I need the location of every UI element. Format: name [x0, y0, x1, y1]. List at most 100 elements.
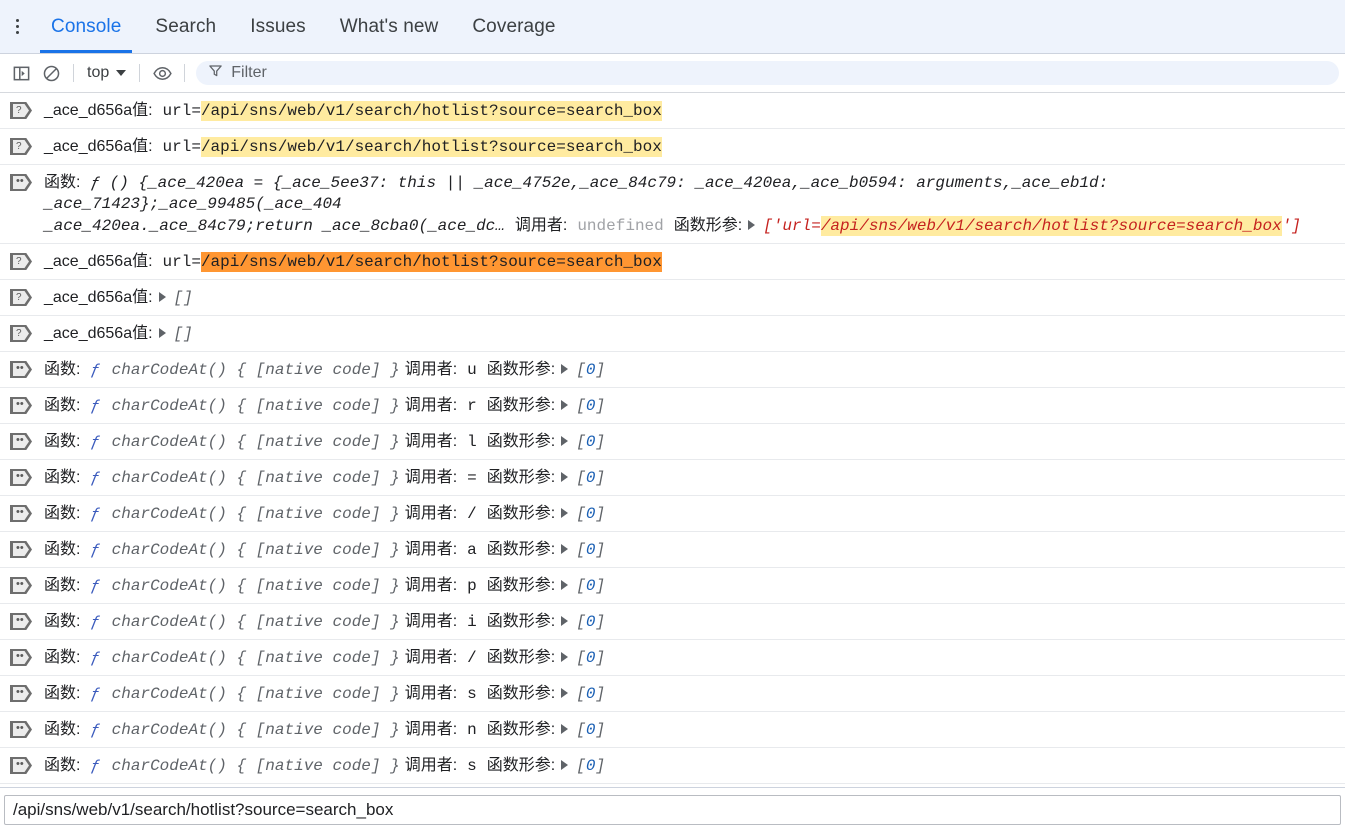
function-keyword: ƒ	[90, 361, 102, 379]
expand-arrow-icon[interactable]	[159, 292, 166, 302]
ellipsis-badge-icon: ••	[10, 649, 36, 666]
console-row[interactable]: ••函数:ƒ charCodeAt() { [native code] }调用者…	[0, 712, 1345, 748]
context-selector-label: top	[87, 64, 109, 82]
console-row[interactable]: •• 函数:ƒ charCodeAt() { [native code] }调用者…	[0, 676, 1345, 712]
ellipsis-badge-icon: ••	[10, 541, 36, 558]
console-row-message: _ace_d656a值:url=/api/sns/web/v1/search/h…	[42, 244, 1345, 279]
console-row[interactable]: ••函数:ƒ charCodeAt() { [native code] }调用者…	[0, 496, 1345, 532]
tab-console[interactable]: Console	[34, 0, 138, 53]
toolbar-divider-3	[184, 64, 185, 82]
console-row[interactable]: ••函数:ƒ charCodeAt() { [native code] }调用者…	[0, 568, 1345, 604]
console-row[interactable]: ••函数:ƒ charCodeAt() { [native code] }调用者…	[0, 532, 1345, 568]
console-row[interactable]: ?_ace_d656a值:[]	[0, 280, 1345, 316]
caller-value: p	[467, 577, 477, 595]
ellipsis-badge-icon: ••	[10, 685, 36, 702]
ellipsis-badge-icon: ••	[10, 757, 36, 774]
params-array-value: [0]	[576, 433, 605, 451]
ellipsis-badge-icon: ••	[10, 361, 36, 378]
console-row[interactable]: ••函数:ƒ charCodeAt() { [native code] }调用者…	[0, 352, 1345, 388]
console-row[interactable]: •• 函数:ƒ () {_ace_420ea = {_ace_5ee37: thi…	[0, 165, 1345, 244]
params-value: ['url=/api/sns/web/v1/search/hotlist?sou…	[763, 216, 1301, 236]
function-keyword: ƒ	[90, 433, 102, 451]
native-function-source: charCodeAt() { [native code] }	[102, 397, 400, 415]
empty-array-value: []	[174, 289, 193, 307]
params-expand-arrow-icon[interactable]	[561, 760, 568, 770]
expand-arrow-icon[interactable]	[159, 328, 166, 338]
caller-label: 调用者:	[405, 361, 457, 378]
caller-value: =	[467, 469, 477, 487]
caller-label: 调用者:	[405, 649, 457, 666]
console-message-list[interactable]: ?_ace_d656a值:url=/api/sns/web/v1/search/…	[0, 93, 1345, 787]
ellipsis-badge-icon: ••	[10, 397, 36, 414]
params-expand-arrow-icon[interactable]	[561, 508, 568, 518]
caller-value: l	[467, 433, 477, 451]
params-expand-arrow-icon[interactable]	[561, 472, 568, 482]
console-toolbar: top	[0, 54, 1345, 93]
clear-console-icon[interactable]	[36, 59, 66, 87]
caller-value: r	[467, 397, 477, 415]
console-row[interactable]: ••函数:ƒ charCodeAt() { [native code] }调用者…	[0, 640, 1345, 676]
eye-icon[interactable]	[147, 59, 177, 87]
params-expand-arrow-icon[interactable]	[561, 364, 568, 374]
tab-coverage[interactable]: Coverage	[455, 0, 572, 53]
console-row-message: 函数:ƒ () {_ace_420ea = {_ace_5ee37: this …	[42, 165, 1345, 243]
toolbar-divider-2	[139, 64, 140, 82]
caller-label: 调用者:	[405, 433, 457, 450]
console-row[interactable]: •• 函数:ƒ charCodeAt() { [native code] }调用者…	[0, 388, 1345, 424]
params-expand-arrow-icon[interactable]	[561, 436, 568, 446]
function-source-line-2: _ace_420ea._ace_84c79;return _ace_8cba0(…	[44, 217, 505, 235]
function-keyword: ƒ	[90, 649, 102, 667]
caller-label: 调用者:	[405, 721, 457, 738]
console-row[interactable]: ••函数:ƒ charCodeAt() { [native code] }调用者…	[0, 424, 1345, 460]
function-source-line-1: ƒ () {_ace_420ea = {_ace_5ee37: this || …	[44, 174, 1108, 213]
kebab-menu-icon[interactable]	[0, 0, 34, 53]
search-input[interactable]	[4, 795, 1341, 825]
params-expand-arrow-icon[interactable]	[561, 616, 568, 626]
params-label: 函数形参:	[674, 217, 742, 234]
caller-value: a	[467, 541, 477, 559]
caller-value: /	[467, 505, 477, 523]
console-row[interactable]: ?_ace_d656a值:[]	[0, 316, 1345, 352]
tab-search[interactable]: Search	[138, 0, 233, 53]
filter-input[interactable]	[231, 64, 1327, 82]
console-row[interactable]: ••函数:ƒ charCodeAt() { [native code] }调用者…	[0, 604, 1345, 640]
ellipsis-badge-icon: ••	[10, 505, 36, 522]
params-label: 函数形参:	[487, 577, 555, 594]
console-row-message: 函数:ƒ charCodeAt() { [native code] }调用者:=…	[42, 460, 1345, 495]
console-row[interactable]: •• 函数:ƒ charCodeAt() { [native code] }调用者…	[0, 460, 1345, 496]
ellipsis-badge-icon: ••	[10, 174, 36, 191]
params-expand-arrow-icon[interactable]	[561, 580, 568, 590]
params-array-value: [0]	[576, 541, 605, 559]
console-row[interactable]: ?_ace_d656a值:url=/api/sns/web/v1/search/…	[0, 129, 1345, 165]
console-row-message: 函数:ƒ charCodeAt() { [native code] }调用者:r…	[42, 388, 1345, 423]
console-row-message: 函数:ƒ charCodeAt() { [native code] }调用者:s…	[42, 748, 1345, 783]
context-selector[interactable]: top	[81, 62, 132, 84]
ellipsis-badge-icon: ••	[10, 469, 36, 486]
url-prefix: url=	[163, 253, 201, 271]
console-row[interactable]: •• 函数:ƒ charCodeAt() { [native code] }调用者…	[0, 748, 1345, 784]
native-function-source: charCodeAt() { [native code] }	[102, 649, 400, 667]
console-row[interactable]: ••函数:ƒ charCodeAt() { [native code] }调用者…	[0, 784, 1345, 787]
tab-issues[interactable]: Issues	[233, 0, 323, 53]
function-keyword: ƒ	[90, 397, 102, 415]
params-expand-arrow-icon[interactable]	[561, 652, 568, 662]
params-expand-arrow-icon[interactable]	[561, 400, 568, 410]
console-row[interactable]: ?_ace_d656a值:url=/api/sns/web/v1/search/…	[0, 93, 1345, 129]
params-expand-arrow-icon[interactable]	[561, 688, 568, 698]
url-highlight: /api/sns/web/v1/search/hotlist?source=se…	[201, 137, 662, 157]
function-label: 函数:	[44, 757, 80, 774]
console-row-message: 函数:ƒ charCodeAt() { [native code] }调用者:/…	[42, 640, 1345, 675]
params-label: 函数形参:	[487, 469, 555, 486]
params-expand-arrow-icon[interactable]	[561, 724, 568, 734]
params-expand-arrow-icon[interactable]	[748, 220, 755, 230]
console-row[interactable]: ?_ace_d656a值:url=/api/sns/web/v1/search/…	[0, 244, 1345, 280]
params-expand-arrow-icon[interactable]	[561, 544, 568, 554]
function-keyword: ƒ	[90, 505, 102, 523]
sidebar-toggle-icon[interactable]	[6, 59, 36, 87]
filter-box[interactable]	[196, 61, 1339, 85]
tab-what-s-new[interactable]: What's new	[323, 0, 456, 53]
value-label: _ace_d656a值:	[44, 325, 153, 342]
console-row-message: 函数:ƒ charCodeAt() { [native code] }调用者:s…	[42, 676, 1345, 711]
native-function-source: charCodeAt() { [native code] }	[102, 577, 400, 595]
function-label: 函数:	[44, 469, 80, 486]
